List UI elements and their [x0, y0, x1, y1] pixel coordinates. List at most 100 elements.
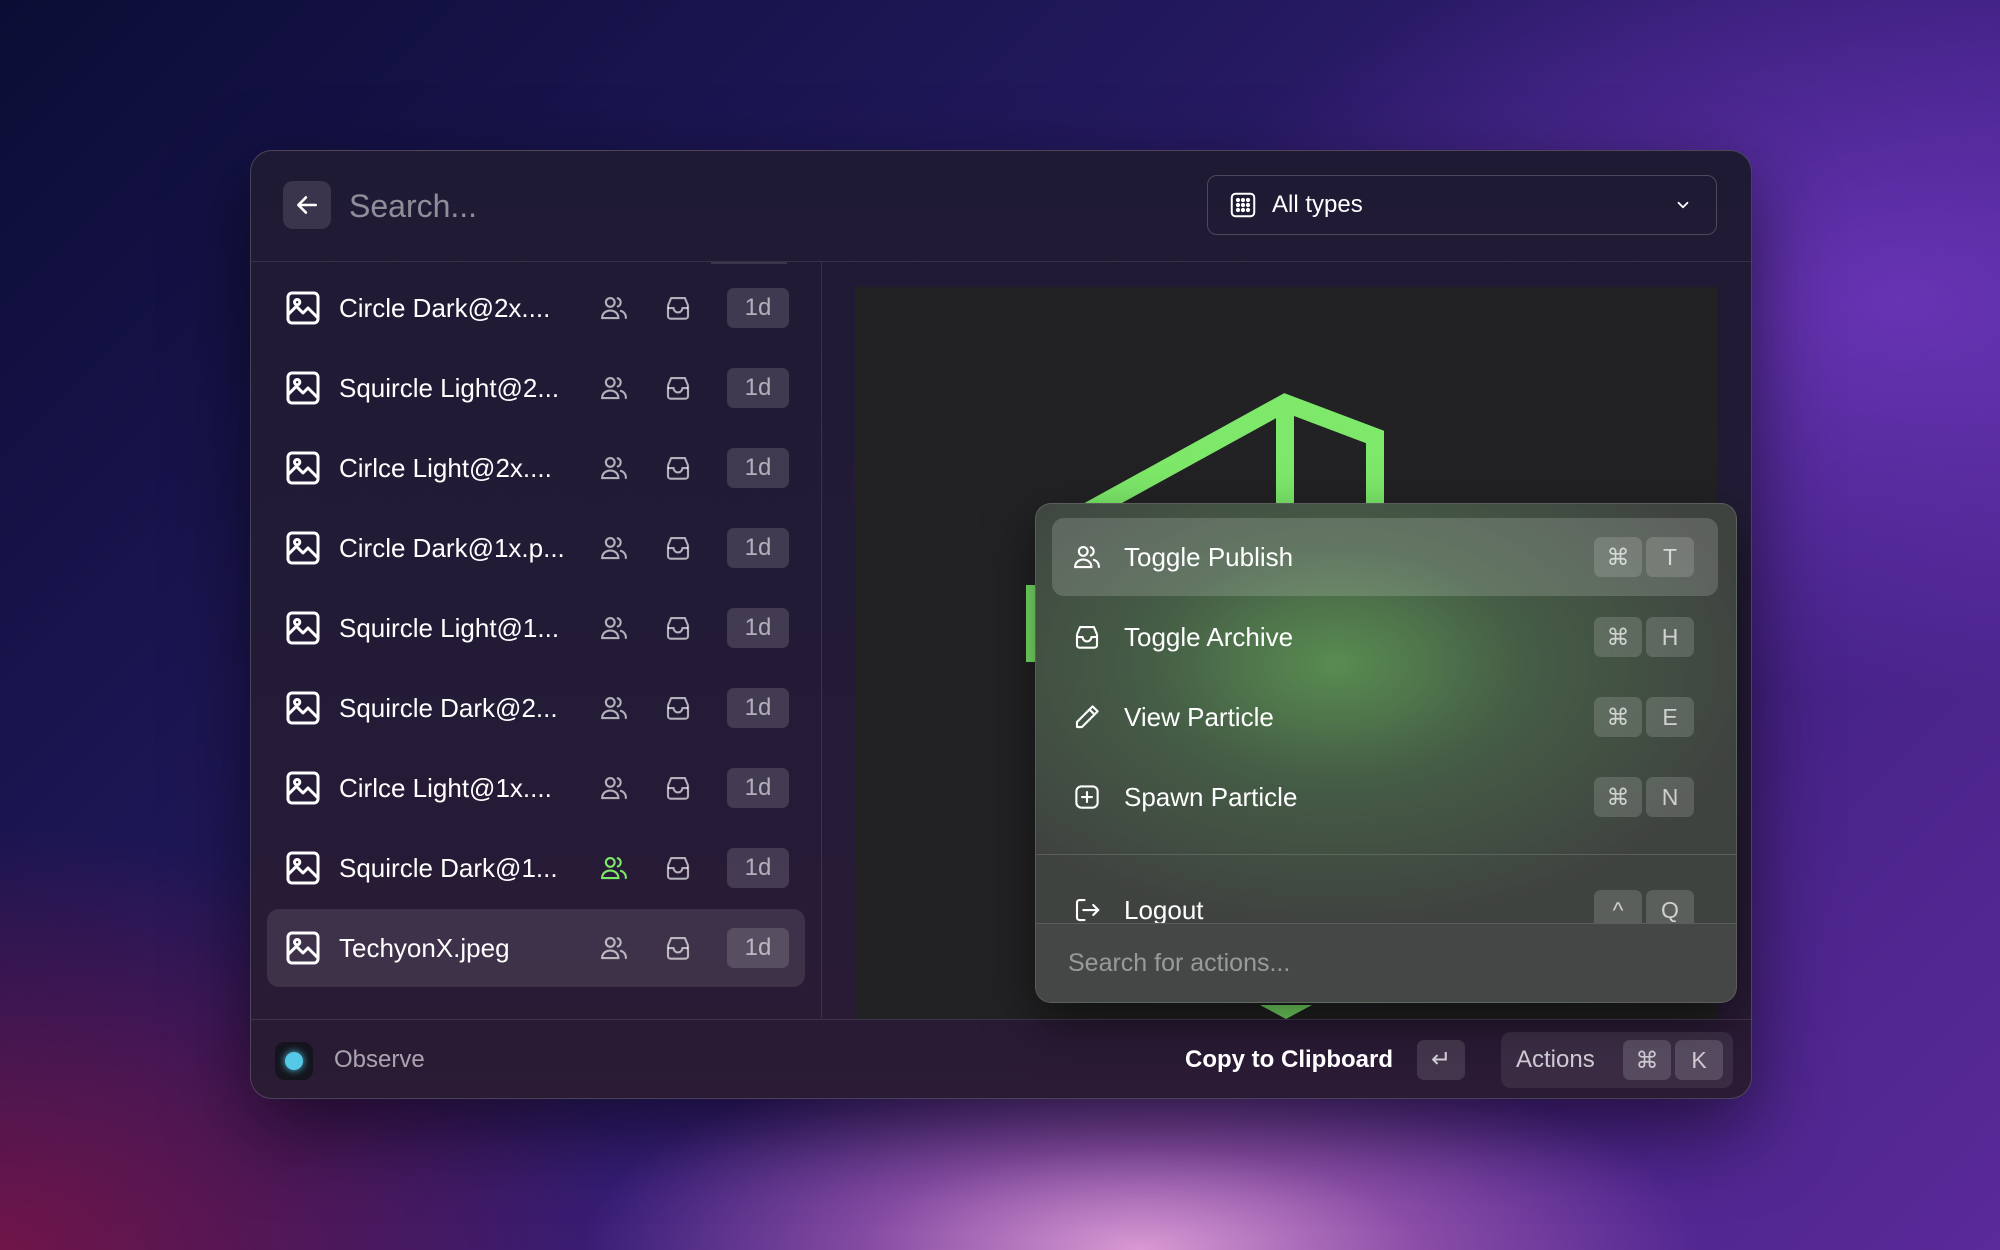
publish-users-icon[interactable]	[599, 773, 629, 803]
age-badge: 1d	[727, 368, 789, 408]
item-name: Circle Dark@1x.p...	[339, 533, 565, 563]
copy-to-clipboard-button[interactable]: Copy to Clipboard	[1185, 1020, 1393, 1098]
chevron-down-icon	[1674, 196, 1692, 214]
age-badge: 1d	[727, 768, 789, 808]
shortcut-key: H	[1646, 617, 1694, 657]
list-item[interactable]: Circle Dark@2x.... 1d	[267, 269, 805, 347]
action-label: Toggle Publish	[1124, 542, 1294, 572]
plus-square-icon	[1072, 782, 1102, 812]
shortcut-key: ⌘	[1594, 777, 1642, 817]
archive-inbox-icon[interactable]	[663, 533, 693, 563]
age-badge: 1d	[727, 848, 789, 888]
enter-key-badge: ↵	[1417, 1040, 1465, 1080]
action-search-bar	[1036, 923, 1736, 1002]
publish-users-icon[interactable]	[599, 453, 629, 483]
shortcut-key: ⌘	[1594, 697, 1642, 737]
list-item[interactable]: Squircle Light@2... 1d	[267, 349, 805, 427]
action-label: Toggle Archive	[1124, 622, 1294, 652]
image-icon	[283, 608, 323, 648]
image-icon	[283, 448, 323, 488]
launcher-window: All types Circle Dark@2x....1dSquircle L…	[250, 150, 1752, 1099]
age-badge: 1d	[727, 528, 789, 568]
image-icon	[283, 368, 323, 408]
action-toggle-publish[interactable]: Toggle Publish ⌘ T	[1052, 518, 1718, 596]
shortcut-key: Q	[1646, 890, 1694, 923]
actions-button-label: Actions	[1516, 1046, 1595, 1073]
list-item[interactable]: Squircle Dark@1... 1d	[267, 829, 805, 907]
age-badge: 1d	[727, 288, 789, 328]
shortcut-key: N	[1646, 777, 1694, 817]
action-spawn-particle[interactable]: Spawn Particle ⌘ N	[1052, 758, 1718, 836]
shortcut-key: ⌘	[1594, 617, 1642, 657]
item-name: TechyonX.jpeg	[339, 933, 510, 963]
item-name: Circle Dark@2x....	[339, 293, 551, 323]
image-icon	[283, 928, 323, 968]
age-badge: 1d	[727, 608, 789, 648]
action-toggle-archive[interactable]: Toggle Archive ⌘ H	[1052, 598, 1718, 676]
age-badge: 1d	[727, 928, 789, 968]
inbox-icon	[1072, 622, 1102, 652]
shortcut-key: ⌘	[1594, 537, 1642, 577]
search-header: All types	[251, 151, 1751, 262]
shortcut-key: E	[1646, 697, 1694, 737]
archive-inbox-icon[interactable]	[663, 613, 693, 643]
archive-inbox-icon[interactable]	[663, 853, 693, 883]
shortcut-key: ^	[1594, 890, 1642, 923]
list-item[interactable]: Squircle Dark@2... 1d	[267, 669, 805, 747]
archive-inbox-icon[interactable]	[663, 773, 693, 803]
action-label: Logout	[1124, 895, 1204, 923]
list-item[interactable]: Circle Dark@1x.p... 1d	[267, 509, 805, 587]
publish-users-icon[interactable]	[599, 853, 629, 883]
type-filter-label: All types	[1272, 191, 1363, 218]
action-label: Spawn Particle	[1124, 782, 1298, 812]
actions-key-cmd: ⌘	[1623, 1040, 1671, 1080]
action-search-input[interactable]	[1066, 940, 1690, 986]
type-filter-dropdown[interactable]: All types	[1207, 175, 1717, 235]
actions-menu: Logout^Q Toggle Publish⌘TToggle Archive⌘…	[1035, 503, 1737, 1003]
item-name: Squircle Light@1...	[339, 613, 560, 643]
image-icon	[283, 688, 323, 728]
publish-users-icon[interactable]	[599, 613, 629, 643]
age-badge: 1d	[727, 688, 789, 728]
back-button[interactable]	[283, 181, 331, 229]
arrow-left-icon	[297, 196, 317, 214]
grid-icon	[1230, 192, 1256, 218]
image-icon	[283, 768, 323, 808]
publish-users-icon[interactable]	[599, 373, 629, 403]
footer-bar: Observe Copy to Clipboard ↵ Actions ⌘ K	[251, 1019, 1751, 1098]
age-badge: 1d	[727, 448, 789, 488]
search-input[interactable]	[347, 179, 1151, 233]
pencil-icon	[1072, 702, 1102, 732]
list-item[interactable]: Cirlce Light@1x.... 1d	[267, 749, 805, 827]
actions-overflow: Logout ^ Q	[1036, 855, 1736, 923]
item-list: Circle Dark@2x.... 1d Squircle Light@2... 1…	[251, 262, 822, 1018]
publish-users-icon[interactable]	[599, 293, 629, 323]
logout-icon	[1072, 895, 1102, 923]
archive-inbox-icon[interactable]	[663, 933, 693, 963]
action-view-particle[interactable]: View Particle ⌘ E	[1052, 678, 1718, 756]
actions-key-k: K	[1675, 1040, 1723, 1080]
list-item[interactable]: TechyonX.jpeg 1d	[267, 909, 805, 987]
image-icon	[283, 528, 323, 568]
shortcut-key: T	[1646, 537, 1694, 577]
image-icon	[283, 848, 323, 888]
archive-inbox-icon[interactable]	[663, 293, 693, 323]
scrolled-row-edge	[711, 262, 787, 264]
publish-users-icon[interactable]	[599, 533, 629, 563]
archive-inbox-icon[interactable]	[663, 453, 693, 483]
observe-label: Observe	[334, 1046, 425, 1073]
users-icon	[1072, 542, 1102, 572]
archive-inbox-icon[interactable]	[663, 373, 693, 403]
image-icon	[283, 288, 323, 328]
publish-users-icon[interactable]	[599, 693, 629, 723]
list-item[interactable]: Cirlce Light@2x.... 1d	[267, 429, 805, 507]
actions-button[interactable]: Actions ⌘ K	[1501, 1032, 1733, 1088]
item-name: Squircle Dark@2...	[339, 693, 558, 723]
item-name: Squircle Dark@1...	[339, 853, 558, 883]
observe-status-icon[interactable]	[275, 1042, 313, 1080]
list-item[interactable]: Squircle Light@1... 1d	[267, 589, 805, 667]
item-name: Cirlce Light@2x....	[339, 453, 552, 483]
archive-inbox-icon[interactable]	[663, 693, 693, 723]
action-logout[interactable]: Logout ^ Q	[1052, 871, 1718, 923]
publish-users-icon[interactable]	[599, 933, 629, 963]
